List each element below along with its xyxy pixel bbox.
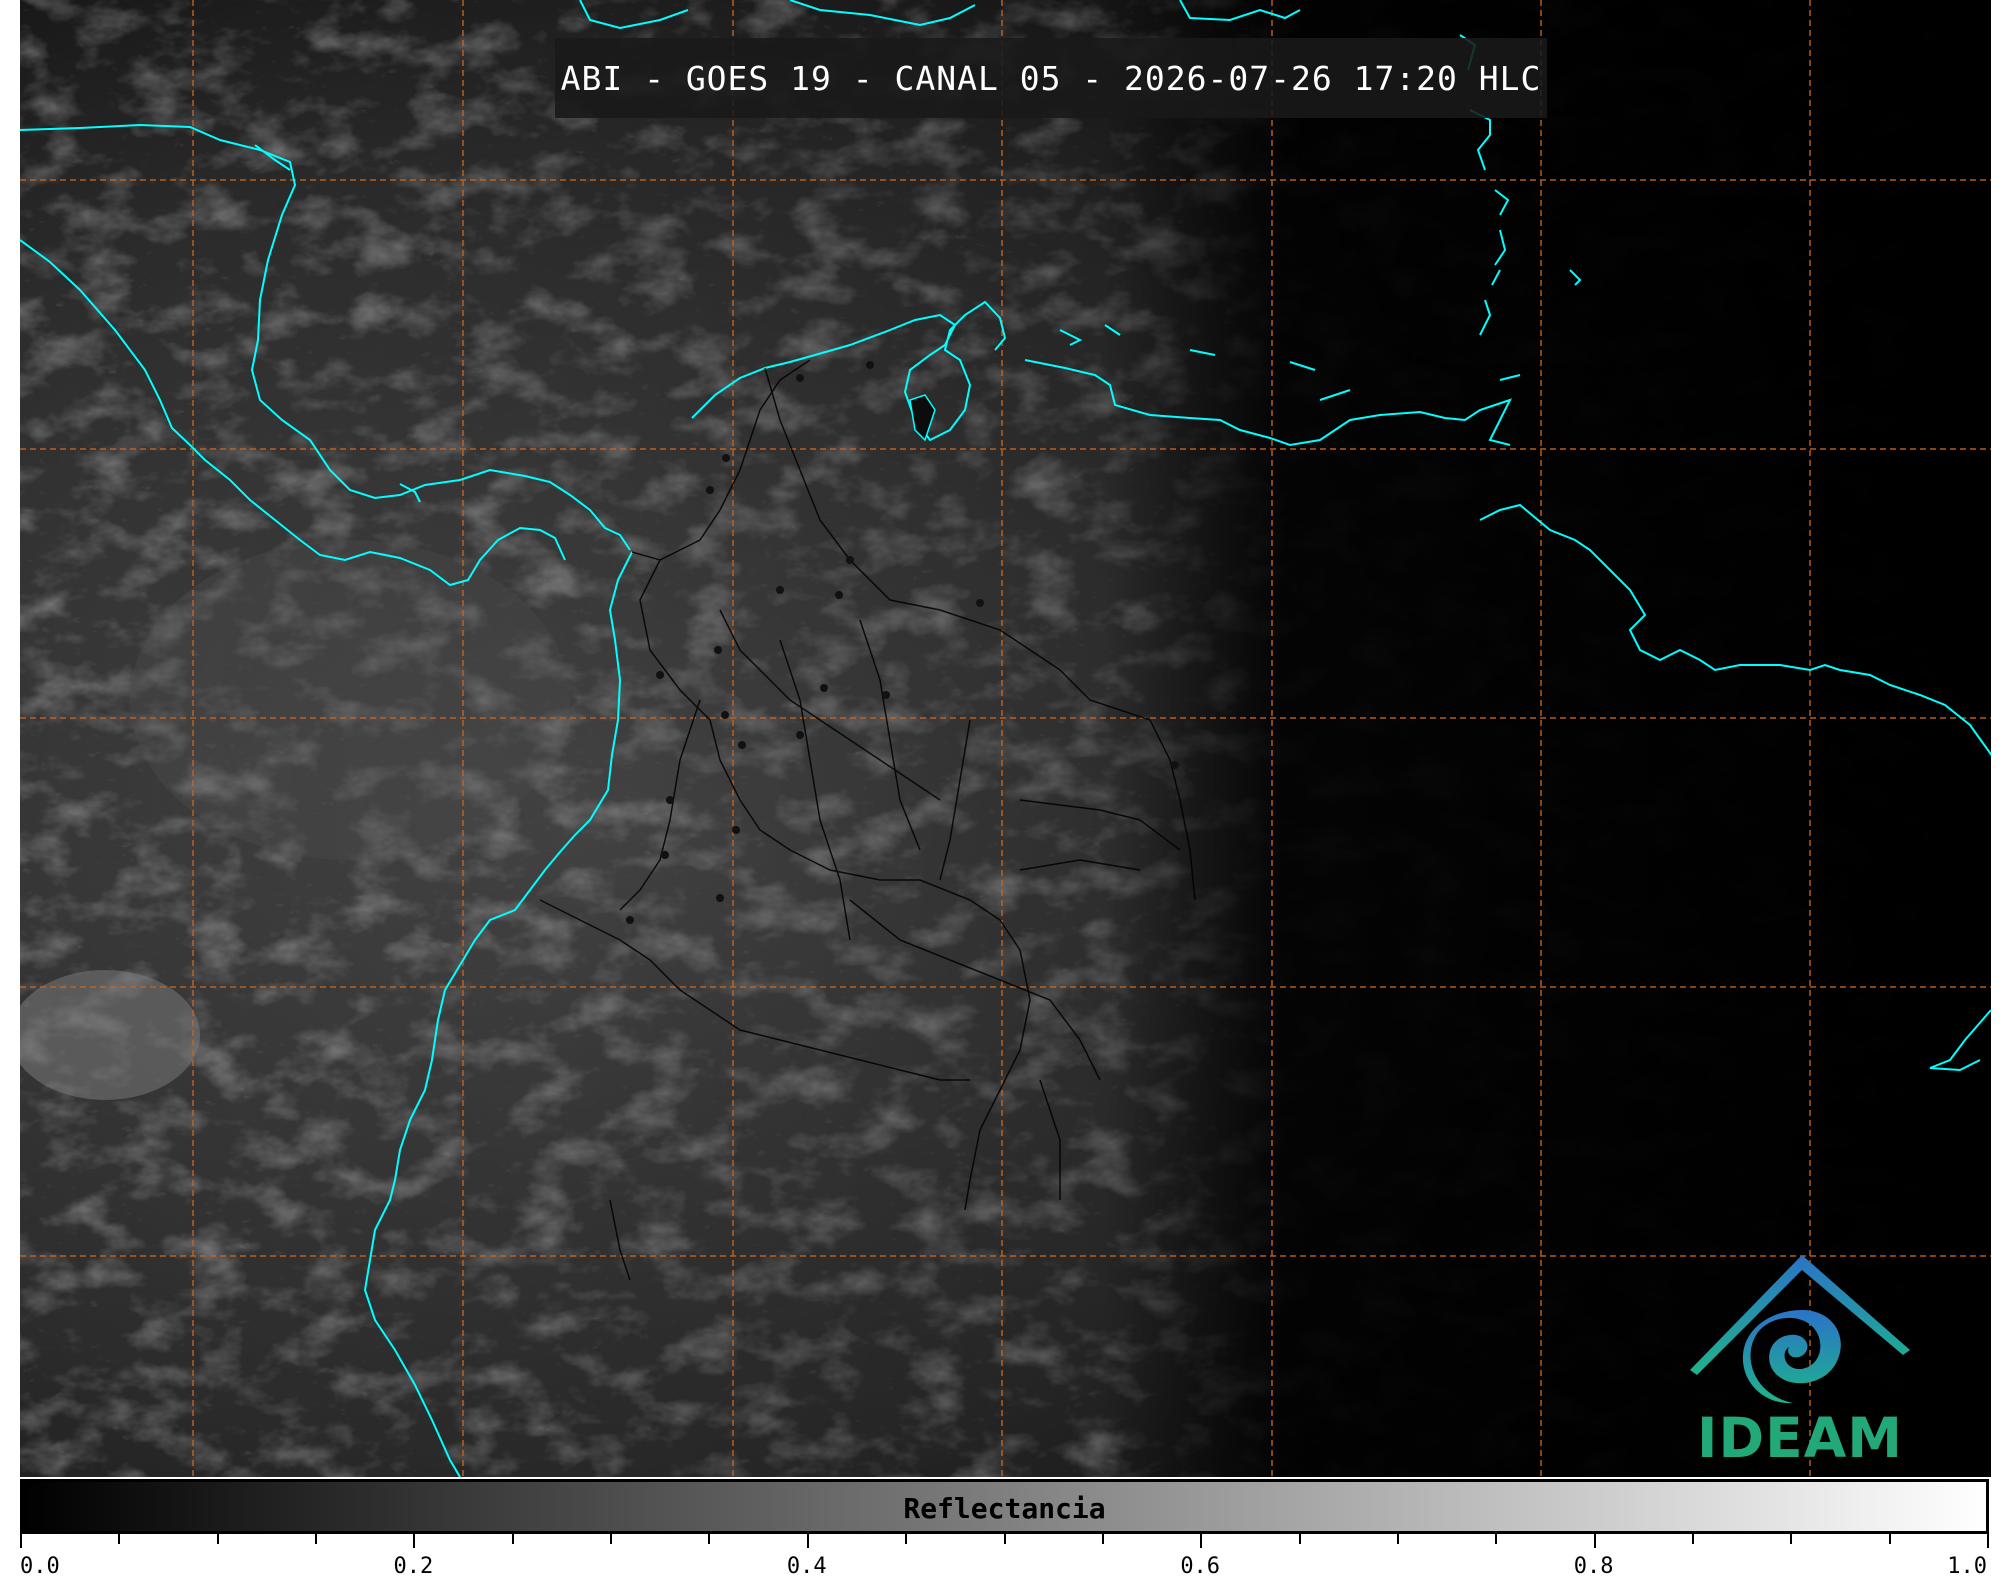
colorbar-major-tick (413, 1534, 416, 1548)
colorbar: Reflectancia (20, 1479, 1989, 1534)
colorbar-minor-tick (708, 1534, 711, 1544)
colorbar-minor-tick (1101, 1534, 1104, 1544)
colorbar-major-tick (1987, 1534, 1989, 1548)
colorbar-tick-label: 0.0 (20, 1554, 60, 1579)
ideam-logo: IDEAM (1685, 1255, 1915, 1470)
colorbar-minor-tick (315, 1534, 318, 1544)
colorbar-minor-tick (1888, 1534, 1891, 1544)
colorbar-minor-tick (216, 1534, 219, 1544)
colorbar-tick-label: 0.2 (393, 1554, 434, 1579)
colorbar-minor-tick (118, 1534, 121, 1544)
colorbar-minor-tick (905, 1534, 908, 1544)
colorbar-minor-tick (610, 1534, 613, 1544)
title-box: ABI - GOES 19 - CANAL 05 - 2026-07-26 17… (555, 38, 1547, 118)
colorbar-minor-tick (1495, 1534, 1498, 1544)
colorbar-label: Reflectancia (903, 1492, 1106, 1525)
satellite-map: ABI - GOES 19 - CANAL 05 - 2026-07-26 17… (20, 0, 1991, 1477)
colorbar-tick-label: 1.0 (1947, 1554, 1987, 1579)
colorbar-ticks: 0.0 0.2 0.4 0.6 0.8 1.0 (20, 1534, 1991, 1579)
colorbar-major-tick (1200, 1534, 1203, 1548)
colorbar-minor-tick (1003, 1534, 1006, 1544)
colorbar-minor-tick (1790, 1534, 1793, 1544)
colorbar-tick-label: 0.6 (1180, 1554, 1221, 1579)
colorbar-major-tick (20, 1534, 22, 1548)
ideam-logo-icon (1690, 1255, 1910, 1404)
colorbar-tick-label: 0.4 (786, 1554, 827, 1579)
colorbar-minor-tick (1691, 1534, 1694, 1544)
colorbar-major-tick (806, 1534, 809, 1548)
colorbar-minor-tick (1298, 1534, 1301, 1544)
colorbar-minor-tick (1396, 1534, 1399, 1544)
colorbar-major-tick (1593, 1534, 1596, 1548)
colorbar-tick-label: 0.8 (1573, 1554, 1614, 1579)
ideam-logo-text: IDEAM (1697, 1406, 1903, 1470)
colorbar-minor-tick (511, 1534, 514, 1544)
image-title: ABI - GOES 19 - CANAL 05 - 2026-07-26 17… (560, 58, 1542, 98)
